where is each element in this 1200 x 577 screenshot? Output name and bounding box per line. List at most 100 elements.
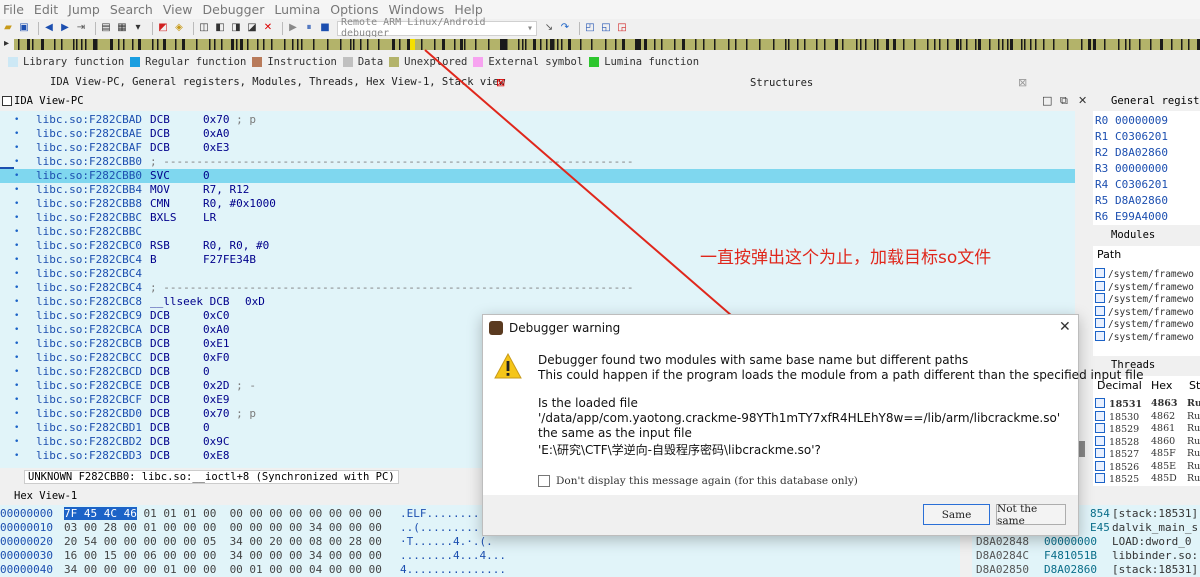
stop-icon[interactable]: ■ — [319, 22, 331, 34]
disasm-line[interactable]: • libc.so:F282CBBC BXLS LR — [0, 211, 1075, 225]
menu-lumina[interactable]: Lumina — [274, 2, 320, 17]
tab-structures[interactable]: Structures — [750, 77, 813, 89]
thread-row[interactable]: 18526 485E Ru — [1095, 460, 1200, 474]
close-icon[interactable]: ⊠ — [1018, 76, 1027, 89]
type-select-icon[interactable]: ▾ — [132, 22, 144, 34]
thread-row[interactable]: 18525 485D Ru — [1095, 473, 1200, 486]
disasm-line[interactable]: • libc.so:F282CBAD DCB 0x70 ; p — [0, 113, 1075, 127]
thread-hex: 485D — [1151, 473, 1177, 484]
save-icon[interactable]: ▣ — [18, 22, 30, 34]
module-row[interactable]: /system/framewo — [1095, 330, 1194, 344]
module-row[interactable]: /system/framewo — [1095, 305, 1194, 319]
register-row[interactable]: R3 00000000 — [1095, 161, 1200, 177]
tracing-icon[interactable]: ◪ — [246, 22, 258, 34]
stack-row[interactable]: D8A0284C F481051B libbinder.so: — [972, 549, 1200, 563]
module-row[interactable]: /system/framewo — [1095, 280, 1194, 294]
bookmark-icon[interactable]: ◨ — [230, 22, 242, 34]
register-row[interactable]: R1 C0306201 — [1095, 129, 1200, 145]
dont-display-checkbox[interactable]: Don't display this message again (for th… — [538, 475, 858, 487]
open-file-icon[interactable]: ▰ — [2, 22, 14, 34]
registers-panel[interactable]: R0 00000009 R1 C0306201 R2 D8A02860 R3 00000000… — [1093, 111, 1200, 225]
thread-row[interactable]: 18531 4863 Ru — [1095, 398, 1200, 411]
debugger-select[interactable]: Remote ARM Linux/Android debugger ▾ — [337, 17, 537, 39]
threads-hex-header[interactable]: Hex — [1151, 379, 1172, 392]
thread-state: Ru — [1187, 423, 1200, 434]
nav-strip[interactable] — [14, 39, 1200, 50]
module-icon — [1095, 318, 1105, 328]
close-icon[interactable]: ✕ — [1059, 319, 1071, 335]
thread-row[interactable]: 18529 4861 Ru — [1095, 423, 1200, 436]
stack-row[interactable]: D8A02850 D8A02860 [stack:18531] — [972, 563, 1200, 577]
hex-selection[interactable]: 7F 45 4C 46 — [64, 507, 137, 520]
debug-options-icon[interactable]: ◰ — [584, 22, 596, 34]
register-row[interactable]: R2 D8A02860 — [1095, 145, 1200, 161]
back-icon[interactable]: ◀ — [43, 22, 55, 34]
module-row[interactable]: /system/framewo — [1095, 268, 1194, 281]
breakpoint-icon[interactable]: ◧ — [214, 22, 226, 34]
disasm-line[interactable]: • libc.so:F282CBB8 CMN R0, #0x1000 — [0, 197, 1075, 211]
graph-icon[interactable]: ◩ — [157, 22, 169, 34]
disasm-line[interactable]: • libc.so:F282CBB4 MOV R7, R12 — [0, 183, 1075, 197]
menu-windows[interactable]: Windows — [389, 2, 445, 17]
navigation-band[interactable]: ▸ — [0, 37, 1200, 52]
hex-row[interactable]: 00000030 16 00 15 00 06 00 00 00 34 00 00… — [0, 549, 960, 563]
binary-search-icon[interactable]: ▤ — [100, 22, 112, 34]
thread-row[interactable]: 18528 4860 Ru — [1095, 435, 1200, 449]
disasm-line[interactable]: • libc.so:F282CBAE DCB 0xA0 — [0, 127, 1075, 141]
nav-strip-segment — [41, 39, 44, 50]
step-over-icon[interactable]: ↷ — [559, 22, 571, 34]
scrollbar-thumb[interactable] — [1079, 441, 1085, 457]
maximize-icon[interactable]: □ — [1042, 94, 1052, 107]
attach-icon[interactable]: ◲ — [616, 22, 628, 34]
modules-panel[interactable]: Path /system/framewo/system/framewo/syst… — [1093, 246, 1200, 356]
menu-search[interactable]: Search — [110, 2, 153, 17]
history-icon[interactable]: ⇥ — [75, 22, 87, 34]
checkbox-label[interactable]: Don't display this message again (for th… — [556, 475, 858, 487]
watch-icon[interactable]: ◫ — [198, 22, 210, 34]
flow-icon[interactable]: ◈ — [173, 22, 185, 34]
pause-icon[interactable]: ⏸ — [303, 22, 315, 34]
disasm-line[interactable]: • libc.so:F282CBC4 — [0, 267, 1075, 281]
text-search-icon[interactable]: ▦ — [116, 22, 128, 34]
close-icon[interactable]: ⊠ — [496, 76, 505, 89]
process-options-icon[interactable]: ◱ — [600, 22, 612, 34]
thread-row[interactable]: 18527 485F Ru — [1095, 448, 1200, 461]
register-row[interactable]: R5 D8A02860 — [1095, 193, 1200, 209]
stack-row[interactable]: D8A02848 00000000 LOAD:dword_0 — [972, 535, 1200, 549]
menu-jump[interactable]: Jump — [68, 2, 100, 17]
step-into-icon[interactable]: ↘ — [543, 22, 555, 34]
disasm-line[interactable]: • libc.so:F282CBB0 SVC 0 — [0, 169, 1075, 183]
not-the-same-button[interactable]: Not the same — [996, 503, 1066, 527]
thread-row[interactable]: 18530 4862 Ru — [1095, 410, 1200, 424]
menu-help[interactable]: Help — [454, 2, 483, 17]
register-row[interactable]: R4 C0306201 — [1095, 177, 1200, 193]
disasm-line[interactable]: • libc.so:F282CBAF DCB 0xE3 — [0, 141, 1075, 155]
checkbox[interactable] — [538, 475, 550, 487]
nav-strip-pointer[interactable] — [410, 39, 415, 50]
menu-file[interactable]: File — [3, 2, 24, 17]
close-icon[interactable]: ✕ — [1078, 94, 1087, 107]
disasm-line[interactable]: • libc.so:F282CBB0 ; ---------------------… — [0, 155, 1075, 169]
hex-row[interactable]: 00000020 20 54 00 00 00 00 00 05 34 00 20… — [0, 535, 960, 549]
restore-icon[interactable]: ⧉ — [1060, 94, 1068, 108]
same-button[interactable]: Same — [923, 504, 990, 525]
module-row[interactable]: /system/framewo — [1095, 293, 1194, 306]
delete-icon[interactable]: ✕ — [262, 22, 274, 34]
disasm-line[interactable]: • libc.so:F282CBBC — [0, 225, 1075, 239]
menu-view[interactable]: View — [163, 2, 193, 17]
menu-debugger[interactable]: Debugger — [203, 2, 265, 17]
menu-edit[interactable]: Edit — [34, 2, 58, 17]
disasm-line[interactable]: • libc.so:F282CBC4 ; ---------------------… — [0, 281, 1075, 295]
nav-strip-segment — [1139, 39, 1141, 50]
menu-options[interactable]: Options — [330, 2, 378, 17]
forward-icon[interactable]: ▶ — [59, 22, 71, 34]
register-row[interactable]: R6 E99A4000 — [1095, 209, 1200, 225]
disasm-line[interactable]: • libc.so:F282CBC8 __llseek DCB 0xD — [0, 295, 1075, 309]
register-row[interactable]: R0 00000009 — [1095, 113, 1200, 129]
run-icon[interactable]: ▶ — [287, 22, 299, 34]
module-row[interactable]: /system/framewo — [1095, 318, 1194, 331]
hex-row[interactable]: 00000040 34 00 00 00 00 01 00 00 00 01 00… — [0, 563, 960, 577]
tab-ida-group[interactable]: IDA View-PC, General registers, Modules,… — [50, 76, 505, 88]
threads-state-header[interactable]: St — [1189, 379, 1200, 392]
threads-panel[interactable]: Decimal Hex St 18531 4863 Ru 18530 4862 Ru 185… — [1093, 376, 1200, 486]
